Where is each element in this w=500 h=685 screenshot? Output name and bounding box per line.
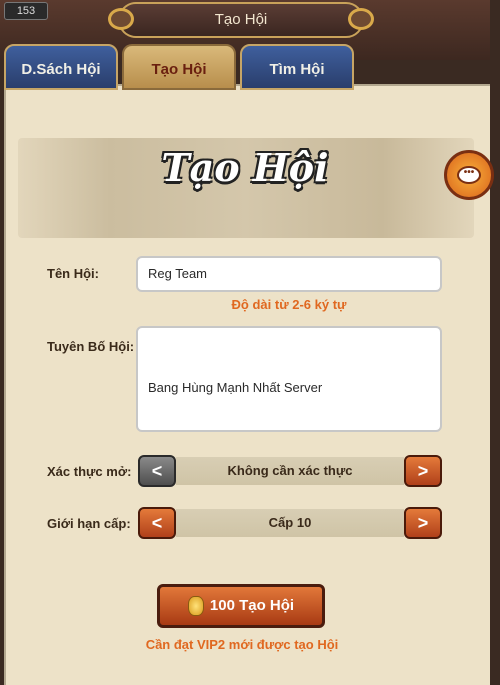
declaration-input[interactable]: Bang Hùng Mạnh Nhất Server: [136, 326, 442, 432]
chat-bubble-icon: •••: [457, 166, 481, 184]
verify-prev-button[interactable]: <: [138, 455, 176, 487]
level-next-button[interactable]: >: [404, 507, 442, 539]
level-badge: 153: [4, 2, 48, 20]
declaration-label: Tuyên Bố Hội:: [47, 339, 135, 354]
tab-find-guild[interactable]: Tìm Hội: [240, 44, 354, 90]
ornament-right-icon: [348, 8, 374, 30]
create-guild-button-label: 100 Tạo Hội: [209, 597, 295, 614]
level-limit-value: Cấp 10: [176, 509, 404, 537]
verify-next-button[interactable]: >: [404, 455, 442, 487]
ornament-left-icon: [108, 8, 134, 30]
guild-name-hint: Độ dài từ 2-6 ký tự: [231, 297, 347, 312]
guild-name-input[interactable]: Reg Team: [136, 256, 442, 292]
window-title: Tạo Hội: [214, 11, 268, 28]
verify-label: Xác thực mở:: [47, 464, 132, 479]
create-guild-button[interactable]: 100 Tạo Hội: [157, 584, 325, 628]
banner-title: Tạo Hội: [161, 145, 329, 190]
tab-create-guild[interactable]: Tạo Hội: [122, 44, 236, 90]
vip-requirement-text: Cần đạt VIP2 mới được tạo Hội: [145, 637, 339, 652]
verify-value: Không cần xác thực: [176, 457, 404, 485]
right-edge: [490, 0, 500, 685]
level-limit-label: Giới hạn cấp:: [47, 516, 131, 531]
guild-name-label: Tên Hội:: [47, 266, 99, 281]
gold-coin-icon: [187, 596, 204, 617]
level-prev-button[interactable]: <: [138, 507, 176, 539]
chat-button[interactable]: •••: [444, 150, 494, 200]
tab-guild-list[interactable]: D.Sách Hội: [4, 44, 118, 90]
window-title-plate: Tạo Hội: [108, 2, 374, 38]
